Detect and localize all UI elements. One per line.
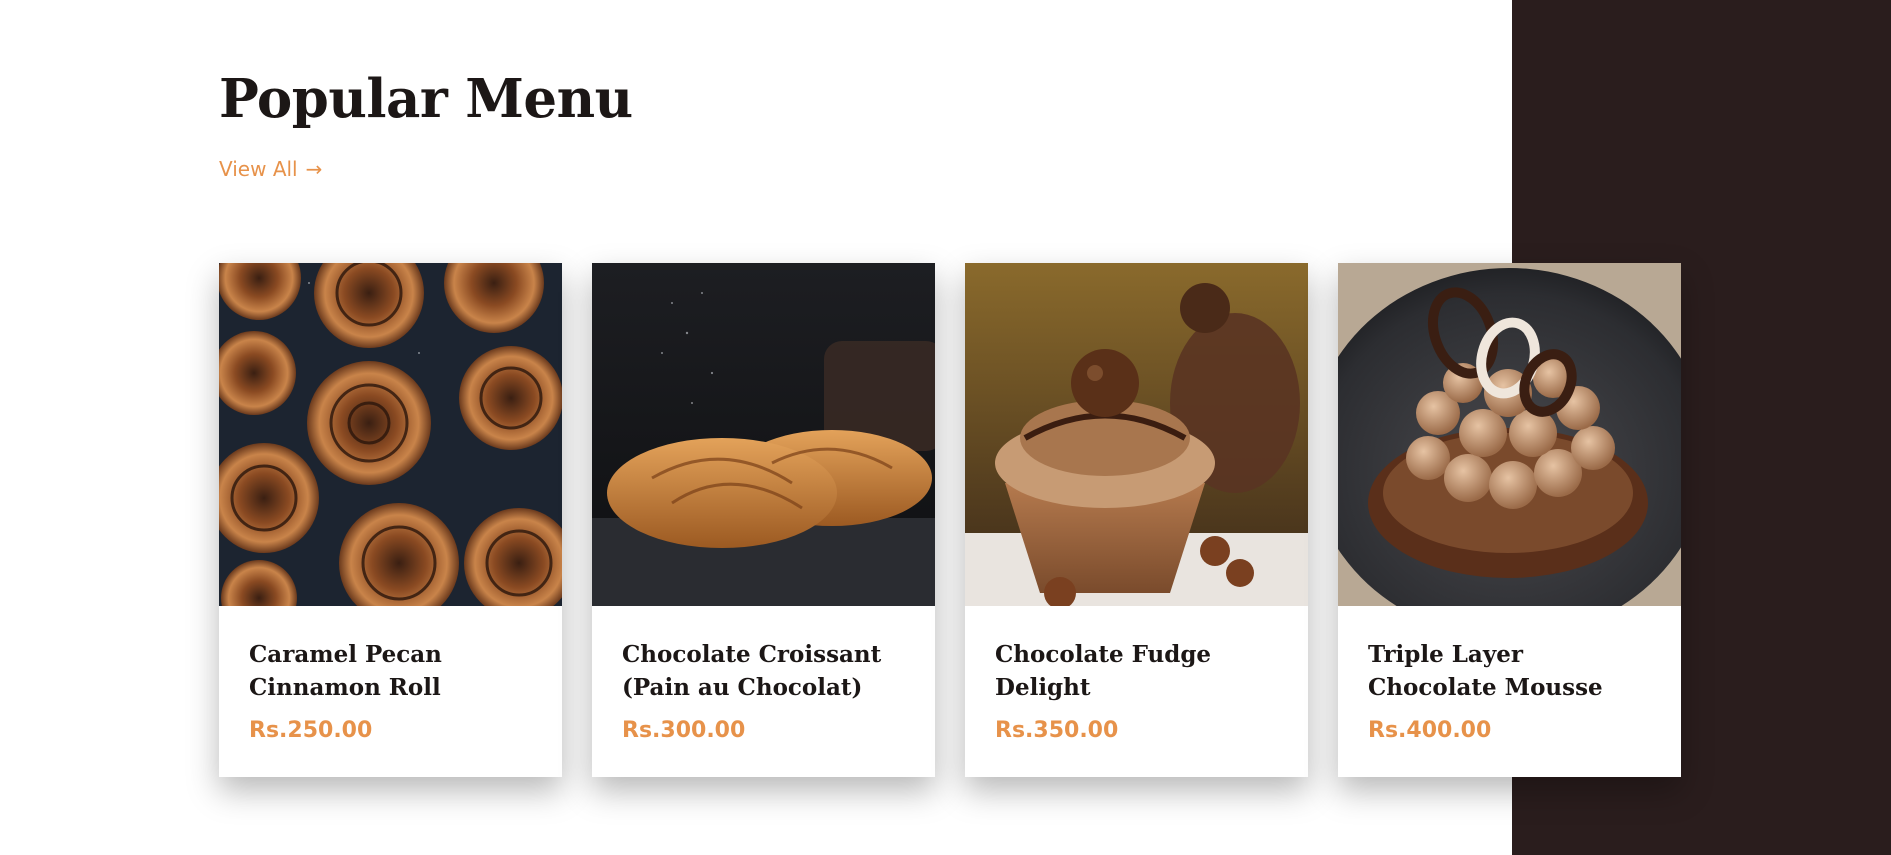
menu-card[interactable]: Caramel Pecan Cinnamon Roll Rs.250.00	[219, 263, 562, 777]
menu-item-name: Chocolate Fudge Delight	[995, 641, 1212, 701]
menu-item-price: Rs.300.00	[622, 718, 746, 743]
menu-item-name: Chocolate Croissant (Pain au Chocolat)	[622, 641, 882, 701]
cinnamon-rolls-image[interactable]	[219, 263, 562, 606]
menu-item-name: Triple Layer Chocolate Mousse	[1368, 641, 1603, 701]
view-all-link[interactable]: View All →	[219, 155, 322, 183]
arrow-right-icon: →	[305, 157, 323, 181]
chocolate-mousse-image[interactable]	[1338, 263, 1681, 606]
menu-item-name: Caramel Pecan Cinnamon Roll	[249, 641, 442, 701]
section-title: Popular Menu	[219, 68, 633, 130]
menu-card[interactable]: Chocolate Fudge Delight Rs.350.00	[965, 263, 1308, 777]
menu-card-list: Caramel Pecan Cinnamon Roll Rs.250.00 Ch…	[219, 263, 1681, 777]
menu-item-price: Rs.250.00	[249, 718, 373, 743]
menu-item-price: Rs.350.00	[995, 718, 1119, 743]
croissants-image[interactable]	[592, 263, 935, 606]
menu-card[interactable]: Chocolate Croissant (Pain au Chocolat) R…	[592, 263, 935, 777]
menu-item-price: Rs.400.00	[1368, 718, 1492, 743]
chocolate-cupcake-image[interactable]	[965, 263, 1308, 606]
view-all-label: View All	[219, 157, 298, 181]
menu-card[interactable]: Triple Layer Chocolate Mousse Rs.400.00	[1338, 263, 1681, 777]
